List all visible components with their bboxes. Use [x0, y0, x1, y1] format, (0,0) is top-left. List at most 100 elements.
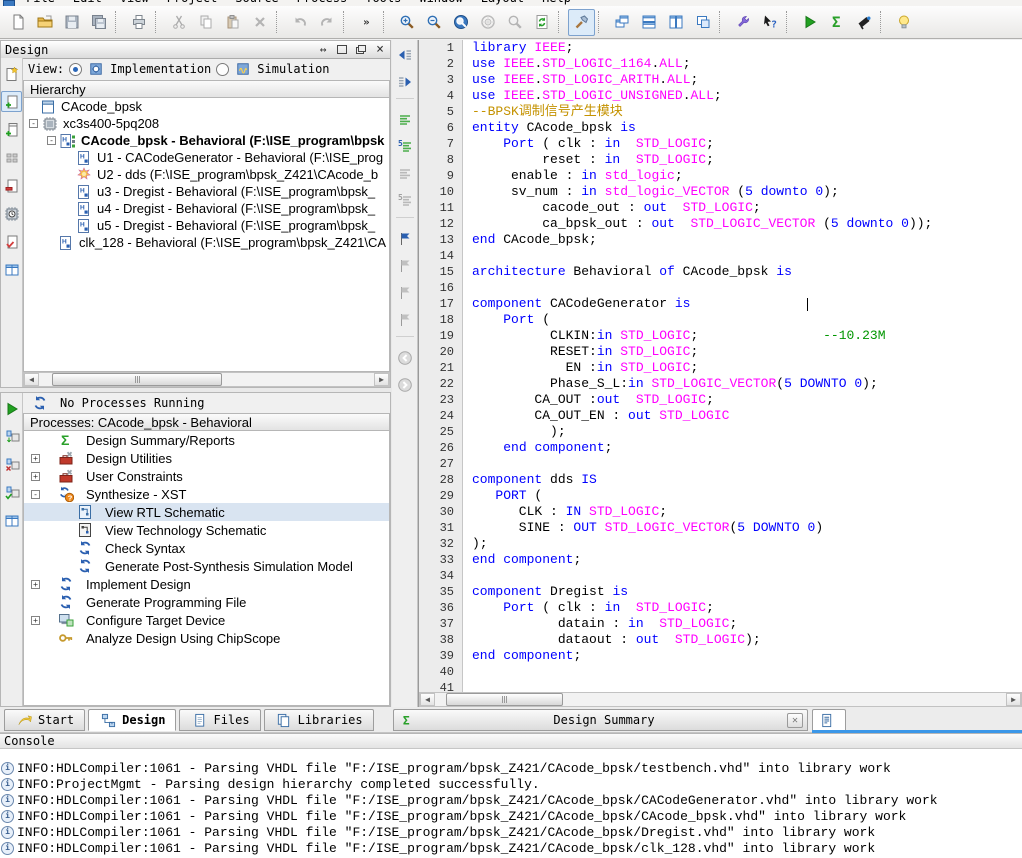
- undo-icon[interactable]: [286, 9, 313, 36]
- hierarchy-item[interactable]: -HCAcode_bpsk - Behavioral (F:\ISE_progr…: [24, 132, 389, 149]
- win-float-icon[interactable]: [689, 9, 716, 36]
- scroll-right-icon[interactable]: ▶: [1006, 693, 1021, 706]
- save-icon[interactable]: [58, 9, 85, 36]
- process-item[interactable]: View RTL Schematic: [24, 503, 389, 521]
- print-icon[interactable]: [125, 9, 152, 36]
- play-green-icon[interactable]: [1, 398, 22, 419]
- hierarchy-item[interactable]: U2 - dds (F:\ISE_program\bpsk_Z421\CAcod…: [24, 166, 389, 183]
- tab-design-summary[interactable]: Σ Design Summary ✕: [393, 709, 808, 731]
- menu-source[interactable]: Source: [235, 0, 278, 5]
- overflow-icon[interactable]: »: [353, 9, 380, 36]
- menu-layout[interactable]: Layout: [481, 0, 524, 5]
- expander-minus-icon[interactable]: -: [31, 490, 40, 499]
- tab-start[interactable]: Start: [4, 709, 85, 731]
- sigma-icon[interactable]: Σ: [823, 9, 850, 36]
- refresh-doc-icon[interactable]: [528, 9, 555, 36]
- process-item[interactable]: +Design Utilities: [24, 449, 389, 467]
- run-icon[interactable]: [796, 9, 823, 36]
- expander-plus-icon[interactable]: +: [31, 580, 40, 589]
- process-item[interactable]: +Configure Target Device: [24, 611, 389, 629]
- maximize-icon[interactable]: [336, 44, 348, 55]
- console-output[interactable]: iINFO:HDLCompiler:1061 - Parsing VHDL fi…: [0, 749, 1022, 858]
- process-item[interactable]: Generate Post-Synthesis Simulation Model: [24, 557, 389, 575]
- expander-plus-icon[interactable]: +: [31, 472, 40, 481]
- proc-x-icon[interactable]: [1, 454, 22, 475]
- view-option-implementation[interactable]: Implementation: [110, 62, 211, 76]
- dock-icon[interactable]: ↔: [317, 44, 329, 55]
- hierarchy-item[interactable]: Hu3 - Dregist - Behavioral (F:\ISE_progr…: [24, 183, 389, 200]
- win-tile-v-icon[interactable]: [662, 9, 689, 36]
- remove-source-icon[interactable]: [1, 175, 22, 196]
- add-copy-icon[interactable]: [1, 119, 22, 140]
- tab-libraries[interactable]: Libraries: [264, 709, 374, 731]
- cut-icon[interactable]: [165, 9, 192, 36]
- lines-gr-icon[interactable]: [394, 163, 415, 184]
- open-folder-icon[interactable]: [31, 9, 58, 36]
- expander-plus-icon[interactable]: +: [31, 616, 40, 625]
- menu-view[interactable]: View: [120, 0, 149, 5]
- menu-edit[interactable]: Edit: [73, 0, 102, 5]
- process-item[interactable]: View Technology Schematic: [24, 521, 389, 539]
- add-source-icon[interactable]: [1, 91, 22, 112]
- menu-tools[interactable]: Tools: [365, 0, 401, 5]
- lines-g5-icon[interactable]: 5: [394, 136, 415, 157]
- editor-hscrollbar[interactable]: ◀ ▶: [419, 692, 1022, 707]
- bulb-icon[interactable]: [890, 9, 917, 36]
- nav-left-icon[interactable]: [394, 44, 415, 65]
- process-item[interactable]: Analyze Design Using ChipScope: [24, 629, 389, 647]
- scroll-left-icon[interactable]: ◀: [24, 373, 39, 386]
- expander-minus-icon[interactable]: -: [47, 136, 56, 145]
- code-editor[interactable]: 1234567891011121314151617181920212223242…: [418, 40, 1022, 707]
- win-tile-h-icon[interactable]: [635, 9, 662, 36]
- wrench-icon[interactable]: [729, 9, 756, 36]
- hierarchy-item[interactable]: CAcode_bpsk: [24, 98, 389, 115]
- hierarchy-item[interactable]: Hu5 - Dregist - Behavioral (F:\ISE_progr…: [24, 217, 389, 234]
- process-item[interactable]: Check Syntax: [24, 539, 389, 557]
- back-c-icon[interactable]: [394, 347, 415, 368]
- code-pane[interactable]: library IEEE;use IEEE.STD_LOGIC_1164.ALL…: [464, 40, 1022, 693]
- hierarchy-item[interactable]: Hu4 - Dregist - Behavioral (F:\ISE_progr…: [24, 200, 389, 217]
- zoom-fit-icon[interactable]: [447, 9, 474, 36]
- radio-implementation[interactable]: [69, 63, 82, 76]
- new-source-icon[interactable]: [1, 63, 22, 84]
- zoom-box-icon[interactable]: [474, 9, 501, 36]
- columns-icon[interactable]: [1, 510, 22, 531]
- menu-file[interactable]: File: [26, 0, 55, 5]
- proc-check-icon[interactable]: [1, 482, 22, 503]
- menu-process[interactable]: Process: [297, 0, 348, 5]
- nav-right-icon[interactable]: [394, 71, 415, 92]
- process-item[interactable]: +Implement Design: [24, 575, 389, 593]
- scroll-thumb[interactable]: [52, 373, 222, 386]
- lines-g-icon[interactable]: [394, 109, 415, 130]
- process-item[interactable]: -?Synthesize - XST: [24, 485, 389, 503]
- tab-files[interactable]: Files: [179, 709, 260, 731]
- menu-project[interactable]: Project: [167, 0, 218, 5]
- lines-gr5-icon[interactable]: 5: [394, 190, 415, 211]
- chip-clock-icon[interactable]: [1, 203, 22, 224]
- flag-b-icon[interactable]: [394, 228, 415, 249]
- scroll-thumb[interactable]: [446, 693, 562, 706]
- close-summary-icon[interactable]: ✕: [787, 713, 803, 728]
- hammer-icon[interactable]: [568, 9, 595, 36]
- process-item[interactable]: Generate Programming File: [24, 593, 389, 611]
- columns-icon[interactable]: [1, 259, 22, 280]
- process-item[interactable]: +User Constraints: [24, 467, 389, 485]
- zoom-in-icon[interactable]: [393, 9, 420, 36]
- hierarchy-item[interactable]: Hclk_128 - Behavioral (F:\ISE_program\bp…: [24, 234, 389, 251]
- delete-icon[interactable]: [246, 9, 273, 36]
- menu-help[interactable]: Help: [542, 0, 571, 5]
- expander-minus-icon[interactable]: -: [29, 119, 38, 128]
- save-all-icon[interactable]: [85, 9, 112, 36]
- proc-down-icon[interactable]: [1, 426, 22, 447]
- flag-g-icon[interactable]: [394, 255, 415, 276]
- hierarchy-hscrollbar[interactable]: ◀ ▶: [23, 372, 390, 387]
- scroll-right-icon[interactable]: ▶: [374, 373, 389, 386]
- scroll-left-icon[interactable]: ◀: [420, 693, 435, 706]
- win-cascade-icon[interactable]: [608, 9, 635, 36]
- paste-icon[interactable]: [219, 9, 246, 36]
- hierarchy-item[interactable]: HU1 - CACodeGenerator - Behavioral (F:\I…: [24, 149, 389, 166]
- check-page-icon[interactable]: [1, 231, 22, 252]
- help-arrow-icon[interactable]: ?: [756, 9, 783, 36]
- fwd-c-icon[interactable]: [394, 374, 415, 395]
- hierarchy-item[interactable]: -xc3s400-5pq208: [24, 115, 389, 132]
